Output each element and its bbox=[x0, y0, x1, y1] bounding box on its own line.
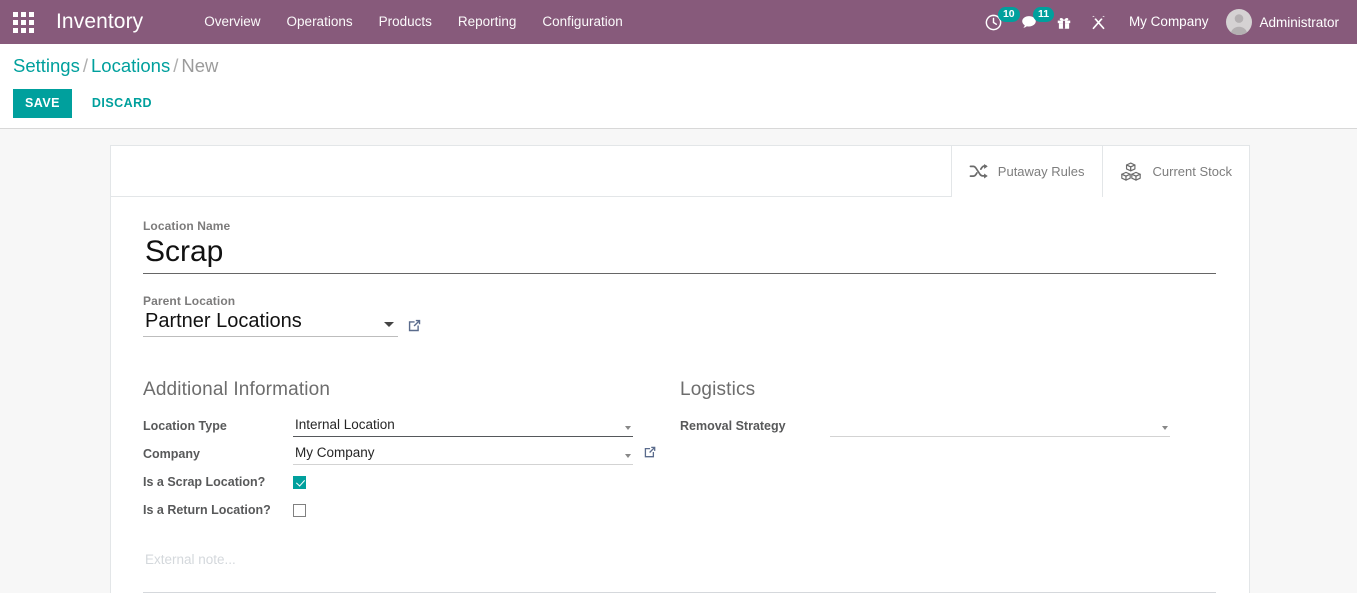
chevron-down-icon[interactable] bbox=[625, 426, 631, 430]
field-removal-strategy: Removal Strategy bbox=[680, 413, 1217, 440]
field-is-return-location: Is a Return Location? bbox=[143, 497, 680, 524]
menu-item-overview[interactable]: Overview bbox=[191, 0, 273, 44]
external-note-input[interactable]: External note... bbox=[143, 552, 1217, 574]
top-navbar: Inventory Overview Operations Products R… bbox=[0, 0, 1357, 44]
chevron-down-icon[interactable] bbox=[384, 322, 394, 327]
debug-tools-button[interactable] bbox=[1081, 0, 1116, 44]
form-body: Location Name Parent Location bbox=[111, 197, 1249, 593]
app-brand-title[interactable]: Inventory bbox=[56, 10, 143, 34]
breadcrumb-item-current: New bbox=[181, 55, 218, 76]
cubes-icon bbox=[1120, 162, 1144, 182]
field-is-scrap-location: Is a Scrap Location? bbox=[143, 469, 680, 496]
activities-button[interactable]: 10 bbox=[976, 0, 1011, 44]
user-menu[interactable]: Administrator bbox=[1221, 0, 1347, 44]
breadcrumb-item-settings[interactable]: Settings bbox=[13, 55, 80, 76]
removal-strategy-value[interactable] bbox=[830, 415, 1170, 436]
location-name-input[interactable] bbox=[143, 235, 1216, 274]
breadcrumb: Settings/Locations/New bbox=[0, 55, 1357, 77]
form-groups: Additional Information Location Type Int… bbox=[143, 379, 1217, 525]
group-title-additional-information: Additional Information bbox=[143, 379, 680, 401]
location-type-value[interactable]: Internal Location bbox=[293, 415, 633, 436]
main-menu: Overview Operations Products Reporting C… bbox=[191, 0, 635, 44]
external-link-icon[interactable] bbox=[407, 318, 422, 337]
group-additional-information: Additional Information Location Type Int… bbox=[143, 379, 680, 525]
menu-item-products[interactable]: Products bbox=[366, 0, 445, 44]
menu-item-reporting[interactable]: Reporting bbox=[445, 0, 530, 44]
wrench-tools-icon bbox=[1090, 14, 1107, 31]
form-sheet: Putaway Rules Current Stock bbox=[110, 145, 1250, 593]
company-switcher[interactable]: My Company bbox=[1116, 0, 1222, 44]
menu-item-configuration[interactable]: Configuration bbox=[529, 0, 635, 44]
sheet-divider bbox=[143, 592, 1216, 593]
field-location-name: Location Name bbox=[143, 219, 1217, 274]
field-parent-location: Parent Location bbox=[143, 294, 1217, 337]
user-name-label: Administrator bbox=[1259, 15, 1339, 30]
parent-location-input[interactable] bbox=[143, 310, 363, 336]
company-label: Company bbox=[143, 447, 293, 461]
is-return-location-checkbox[interactable] bbox=[293, 504, 306, 517]
is-scrap-location-checkbox[interactable] bbox=[293, 476, 306, 489]
external-link-icon[interactable] bbox=[643, 445, 657, 463]
is-return-location-label: Is a Return Location? bbox=[143, 503, 293, 517]
apps-menu-button[interactable] bbox=[0, 0, 46, 44]
smart-button-label: Current Stock bbox=[1153, 164, 1232, 179]
form-background: Putaway Rules Current Stock bbox=[0, 129, 1357, 593]
gift-box-icon bbox=[1056, 14, 1072, 31]
control-panel: Settings/Locations/New SAVE DISCARD bbox=[0, 44, 1357, 129]
smart-button-bar: Putaway Rules Current Stock bbox=[111, 146, 1249, 197]
breadcrumb-separator: / bbox=[173, 55, 178, 76]
parent-location-label: Parent Location bbox=[143, 294, 1217, 308]
menu-item-operations[interactable]: Operations bbox=[274, 0, 366, 44]
gift-button[interactable] bbox=[1047, 0, 1081, 44]
location-type-label: Location Type bbox=[143, 419, 293, 433]
smart-button-label: Putaway Rules bbox=[998, 164, 1085, 179]
navbar-right-group: 10 11 My Company bbox=[976, 0, 1357, 44]
group-logistics: Logistics Removal Strategy bbox=[680, 379, 1217, 525]
discard-button[interactable]: DISCARD bbox=[82, 89, 162, 118]
chevron-down-icon[interactable] bbox=[1162, 426, 1168, 430]
location-name-label: Location Name bbox=[143, 219, 1217, 233]
smart-button-current-stock[interactable]: Current Stock bbox=[1102, 146, 1249, 197]
field-company: Company My Company bbox=[143, 441, 680, 468]
smart-button-putaway-rules[interactable]: Putaway Rules bbox=[951, 146, 1102, 197]
apps-grid-icon bbox=[13, 12, 34, 33]
user-avatar-icon bbox=[1226, 9, 1252, 35]
chevron-down-icon[interactable] bbox=[625, 454, 631, 458]
messages-button[interactable]: 11 bbox=[1011, 0, 1047, 44]
company-value[interactable]: My Company bbox=[293, 443, 633, 464]
removal-strategy-label: Removal Strategy bbox=[680, 419, 830, 433]
group-title-logistics: Logistics bbox=[680, 379, 1217, 401]
form-action-buttons: SAVE DISCARD bbox=[0, 77, 1357, 118]
save-button[interactable]: SAVE bbox=[13, 89, 72, 118]
breadcrumb-separator: / bbox=[83, 55, 88, 76]
shuffle-random-icon bbox=[969, 163, 989, 180]
breadcrumb-item-locations[interactable]: Locations bbox=[91, 55, 170, 76]
is-scrap-location-label: Is a Scrap Location? bbox=[143, 475, 293, 489]
field-location-type: Location Type Internal Location bbox=[143, 413, 680, 440]
